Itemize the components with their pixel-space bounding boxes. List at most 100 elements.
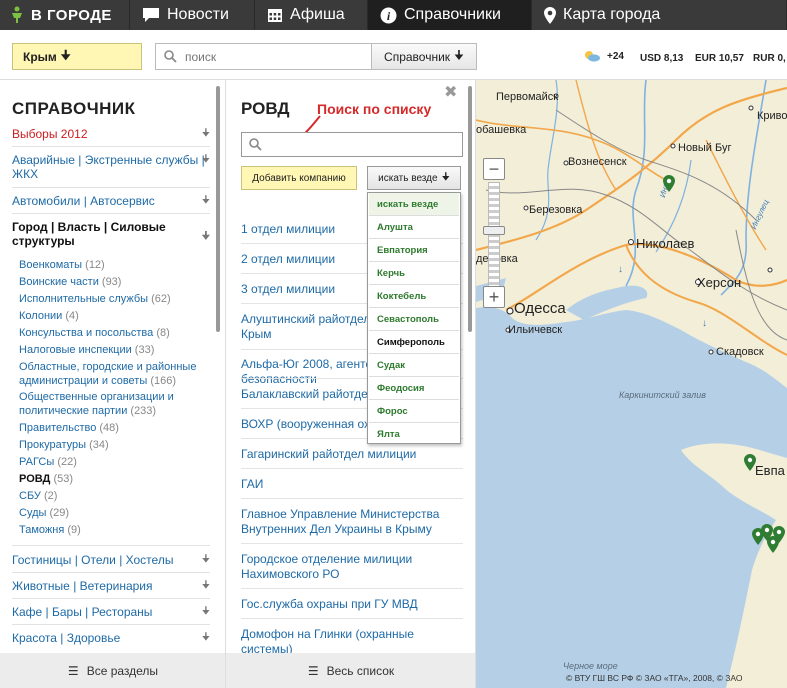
region-select[interactable]: Крым 🠋 <box>12 43 142 70</box>
rate-usd: USD 8,13 <box>640 53 684 64</box>
dropdown-option[interactable]: Керчь <box>369 262 459 285</box>
dropdown-option[interactable]: Феодосия <box>369 377 459 400</box>
weather-widget[interactable]: +24 <box>583 50 624 62</box>
dropdown-option[interactable]: Форос <box>369 400 459 423</box>
catalog-scrollbar[interactable] <box>216 86 220 332</box>
subcategory-item[interactable]: Правительство (48) <box>19 421 209 435</box>
search-icon <box>164 50 177 63</box>
map-marker-icon[interactable] <box>773 526 785 543</box>
list-icon: ☰ <box>307 663 319 678</box>
map-label: Ильичевск <box>508 324 563 336</box>
map-label: Одесса <box>514 300 566 317</box>
subcategory-item[interactable]: Прокуратуры (34) <box>19 438 209 452</box>
nav-city-map[interactable]: Карта города <box>532 0 787 30</box>
dropdown-option[interactable]: Евпатория <box>369 239 459 262</box>
zoom-in-button[interactable]: + <box>483 286 505 308</box>
listing-scrollbar[interactable] <box>468 86 472 332</box>
toolbar: Крым 🠋 Справочник 🠋 +24 USD 8,13 EUR 10,… <box>0 30 787 80</box>
map-pin-icon <box>544 6 556 24</box>
close-icon[interactable]: ✖ <box>444 82 457 102</box>
subcategory-item[interactable]: Общественные организации и политические … <box>19 390 209 418</box>
category-auto[interactable]: Автомобили | Автосервис 🠋 <box>12 194 210 208</box>
chevron-down-icon: 🠋 <box>201 128 210 139</box>
category-city-authority[interactable]: Город | Власть | Силовые структуры 🠋 <box>12 220 210 248</box>
chevron-down-icon: 🠋 <box>201 554 210 565</box>
speech-bubble-icon <box>143 8 159 22</box>
dropdown-option[interactable]: Ялта <box>369 423 459 446</box>
rate-rur: RUR 0, <box>753 53 786 64</box>
subcategory-item[interactable]: РАГСы (22) <box>19 455 209 469</box>
subcategory-item[interactable]: Военкоматы (12) <box>19 258 209 272</box>
chevron-down-icon: 🠋 <box>201 231 210 242</box>
subcategory-item-current[interactable]: РОВД (53) <box>19 472 209 486</box>
zoom-out-button[interactable]: − <box>483 158 505 180</box>
map-base: ↓ ↓ <box>476 80 787 688</box>
nav-news[interactable]: Новости <box>130 0 255 30</box>
dropdown-option[interactable]: Судак <box>369 354 459 377</box>
add-company-button[interactable]: Добавить компанию <box>241 166 357 190</box>
subcategory-item[interactable]: Таможня (9) <box>19 523 209 537</box>
list-item[interactable]: Главное Управление Министерства Внутренн… <box>241 507 463 537</box>
subcategory-item[interactable]: Областные, городские и районные админист… <box>19 360 209 388</box>
list-item[interactable]: Городское отделение милиции Нахимовского… <box>241 552 463 582</box>
rate-eur: EUR 10,57 <box>695 53 744 64</box>
map-zoom-control: − + <box>483 158 507 308</box>
nav-afisha[interactable]: Афиша <box>255 0 368 30</box>
catalog-panel: СПРАВОЧНИК Выборы 2012 🠋 Аварийные | Экст… <box>0 80 226 688</box>
dropdown-option[interactable]: Алушта <box>369 216 459 239</box>
dropdown-option[interactable]: искать везде <box>369 193 459 216</box>
search-box <box>155 43 372 70</box>
nav-city-map-label: Карта города <box>563 6 661 23</box>
map-label: Евпа <box>755 463 785 478</box>
site-logo[interactable]: В ГОРОДЕ <box>0 0 130 30</box>
full-list-button[interactable]: ☰ Весь список <box>226 653 475 688</box>
search-input[interactable] <box>185 49 355 64</box>
all-sections-button[interactable]: ☰ Все разделы <box>0 653 225 688</box>
subcategory-item[interactable]: СБУ (2) <box>19 489 209 503</box>
svg-text:↓: ↓ <box>702 318 707 329</box>
zoom-slider-handle[interactable] <box>483 226 505 235</box>
sun-cloud-icon <box>585 51 600 62</box>
arrow-down-icon: 🠋 <box>441 171 450 183</box>
list-item[interactable]: ГАИ <box>241 477 463 492</box>
map-marker-icon[interactable] <box>744 454 756 471</box>
nav-directories-label: Справочники <box>404 6 501 23</box>
temperature: +24 <box>607 50 624 62</box>
search-everywhere-button[interactable]: искать везде 🠋 <box>367 166 461 190</box>
subcategory-item[interactable]: Налоговые инспекции (33) <box>19 343 209 357</box>
info-icon: i <box>380 7 397 23</box>
subcategory-item[interactable]: Суды (29) <box>19 506 209 520</box>
search-scope-label: Справочник <box>384 49 451 64</box>
category-beauty[interactable]: Красота | Здоровье 🠋 <box>12 631 210 645</box>
map-label: Николаев <box>636 236 695 251</box>
dropdown-option-selected[interactable]: Симферополь <box>369 331 459 354</box>
map-copyright: © ВТУ ГШ ВС РФ © ЗАО «ТГА», 2008, © ЗАО <box>566 673 743 683</box>
category-cafes[interactable]: Кафе | Бары | Рестораны 🠋 <box>12 605 210 619</box>
list-icon: ☰ <box>67 663 79 678</box>
chevron-down-icon: 🠋 <box>201 580 210 591</box>
category-animals[interactable]: Животные | Ветеринария 🠋 <box>12 579 210 593</box>
listing-search-input[interactable] <box>268 137 448 152</box>
subcategory-item[interactable]: Колонии (4) <box>19 309 209 323</box>
map-label: Криво <box>757 110 787 122</box>
category-elections[interactable]: Выборы 2012 🠋 <box>12 127 210 141</box>
list-item[interactable]: Гагаринский райотдел милиции <box>241 447 463 462</box>
calendar-icon <box>268 9 282 22</box>
map-label: Скадовск <box>716 346 764 358</box>
subcategory-item[interactable]: Воинские части (93) <box>19 275 209 289</box>
subcategory-item[interactable]: Исполнительные службы (62) <box>19 292 209 306</box>
list-item[interactable]: Гос.служба охраны при ГУ МВД <box>241 597 463 612</box>
chevron-down-icon: 🠋 <box>201 632 210 643</box>
search-scope-dropdown: искать везде Алушта Евпатория Керчь Кокт… <box>367 192 461 444</box>
map-marker-icon[interactable] <box>663 175 675 192</box>
city-map[interactable]: ↓ ↓ Первомайск Криво обашевка Вознесенск… <box>476 80 787 688</box>
map-label: Каркинитский залив <box>619 390 706 400</box>
category-emergency[interactable]: Аварийные | Экстренные службы | ЖКХ 🠋 <box>12 153 210 181</box>
category-hotels[interactable]: Гостиницы | Отели | Хостелы 🠋 <box>12 553 210 567</box>
chevron-down-icon: 🠋 <box>201 195 210 206</box>
subcategory-item[interactable]: Консульства и посольства (8) <box>19 326 209 340</box>
nav-directories[interactable]: i Справочники <box>368 0 532 30</box>
dropdown-option[interactable]: Коктебель <box>369 285 459 308</box>
search-scope-select[interactable]: Справочник 🠋 <box>371 43 477 70</box>
dropdown-option[interactable]: Севастополь <box>369 308 459 331</box>
